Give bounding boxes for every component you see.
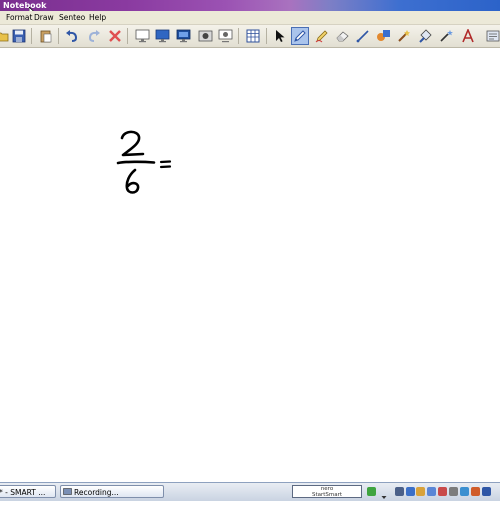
tray-app-icon[interactable] — [395, 487, 404, 496]
menu-format[interactable]: Format — [6, 11, 32, 24]
ink-fraction-bar — [116, 160, 156, 165]
nero-startsmart-widget[interactable]: nero StartSmart — [292, 485, 362, 498]
save-icon[interactable] — [10, 27, 28, 45]
menu-senteo[interactable]: Senteo — [59, 11, 85, 24]
tray-bluetooth-icon[interactable] — [482, 487, 491, 496]
task-recording[interactable]: Recording... — [60, 485, 164, 498]
task-label-smart: * - SMART ... — [0, 488, 46, 497]
text-icon[interactable] — [459, 27, 477, 45]
menu-draw[interactable]: Draw — [34, 11, 54, 24]
tray-alert-icon[interactable] — [438, 487, 447, 496]
menu-help[interactable]: Help — [89, 11, 106, 24]
line-icon[interactable] — [354, 27, 372, 45]
delete-icon[interactable] — [106, 27, 124, 45]
nero-label: nero StartSmart — [311, 486, 343, 498]
magic-pen-icon[interactable] — [395, 27, 413, 45]
properties-icon[interactable] — [484, 27, 500, 45]
select-arrow-icon[interactable] — [271, 27, 289, 45]
pen-icon[interactable] — [291, 27, 309, 45]
tray-settings-icon[interactable] — [449, 487, 458, 496]
arrow-tray-icon[interactable] — [367, 487, 376, 496]
recording-icon — [63, 488, 72, 495]
paste-icon[interactable] — [37, 27, 55, 45]
tray-shield-icon[interactable] — [416, 487, 425, 496]
fill-icon[interactable] — [416, 27, 434, 45]
task-label-recording: Recording... — [74, 488, 119, 497]
tray-update-icon[interactable] — [460, 487, 469, 496]
tray-network-icon[interactable] — [406, 487, 415, 496]
menu-bar: Format Draw Senteo Help — [0, 11, 500, 25]
capture-icon[interactable] — [196, 27, 214, 45]
chevron-down-icon[interactable] — [381, 487, 387, 499]
display-icon[interactable] — [174, 27, 192, 45]
toolbar — [0, 25, 500, 48]
ink-denominator — [125, 168, 140, 194]
handwritten-fraction — [116, 130, 172, 194]
title-bar[interactable]: Notebook — [0, 0, 500, 11]
redo-icon[interactable] — [85, 27, 103, 45]
tray-volume-icon[interactable] — [427, 487, 436, 496]
eraser-icon[interactable] — [333, 27, 351, 45]
record-icon[interactable] — [216, 27, 234, 45]
undo-icon[interactable] — [63, 27, 81, 45]
shapes-icon[interactable] — [374, 27, 392, 45]
magic-wand-icon[interactable] — [437, 27, 455, 45]
screen-shade-icon[interactable] — [133, 27, 151, 45]
taskbar: * - SMART ... Recording... nero StartSma… — [0, 482, 500, 501]
monitor-icon[interactable] — [153, 27, 171, 45]
whiteboard-canvas[interactable] — [0, 48, 500, 482]
table-icon[interactable] — [244, 27, 262, 45]
window-title: Notebook — [3, 1, 47, 10]
tray-security-icon[interactable] — [471, 487, 480, 496]
ink-numerator — [120, 130, 145, 157]
task-smart-notebook[interactable]: * - SMART ... — [0, 485, 56, 498]
creative-pen-icon[interactable] — [313, 27, 331, 45]
ink-equals — [159, 160, 172, 169]
